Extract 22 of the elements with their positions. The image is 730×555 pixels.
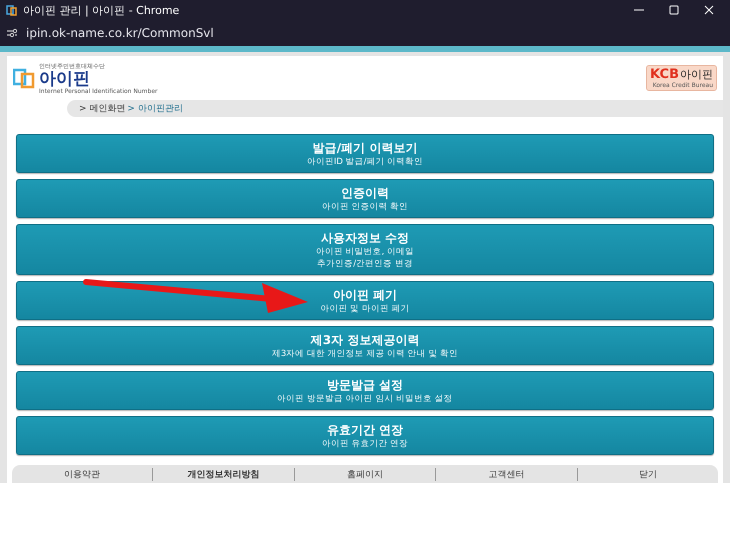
partner-brand: KCB — [650, 68, 679, 82]
breadcrumb-item[interactable]: > 메인화면 — [79, 102, 126, 115]
menu-button[interactable]: 사용자정보 수정 아이핀 비밀번호, 이메일 추가인증/간편인증 변경 — [16, 224, 714, 275]
logo-icon — [13, 67, 35, 89]
window-title: 아이핀 관리 | 아이핀 - Chrome — [23, 2, 180, 18]
menu-button[interactable]: 유효기간 연장 아이핀 유효기간 연장 — [16, 416, 714, 455]
footer-link[interactable]: 고객센터 — [435, 468, 577, 480]
menu-button[interactable]: 발급/폐기 이력보기 아이핀ID 발급/폐기 이력확인 — [16, 134, 714, 173]
site-settings-icon[interactable] — [6, 27, 18, 39]
breadcrumb-item[interactable]: > 아이핀관리 — [127, 102, 183, 115]
footer-link[interactable]: 홈페이지 — [294, 468, 436, 480]
url-text[interactable]: ipin.ok-name.co.kr/CommonSvl — [26, 26, 214, 40]
menu-button[interactable]: 인증이력 아이핀 인증이력 확인 — [16, 179, 714, 218]
menu-button[interactable]: 제3자 정보제공이력 제3자에 대한 개인정보 제공 이력 안내 및 확인 — [16, 326, 714, 365]
footer-link[interactable]: 이용약관 — [12, 468, 152, 480]
partner-name: 아이핀 — [680, 66, 713, 82]
logo-text: 아이핀 — [39, 70, 90, 88]
footer-link[interactable]: 닫기 — [576, 468, 718, 480]
menu-button[interactable]: 아이핀 폐기 아이핀 및 마이핀 폐기 — [16, 281, 714, 320]
menu-button[interactable]: 방문발급 설정 아이핀 방문발급 아이핀 임시 비밀번호 설정 — [16, 371, 714, 410]
footer-link[interactable]: 개인정보처리방침 — [152, 468, 294, 480]
app-icon — [6, 4, 18, 16]
